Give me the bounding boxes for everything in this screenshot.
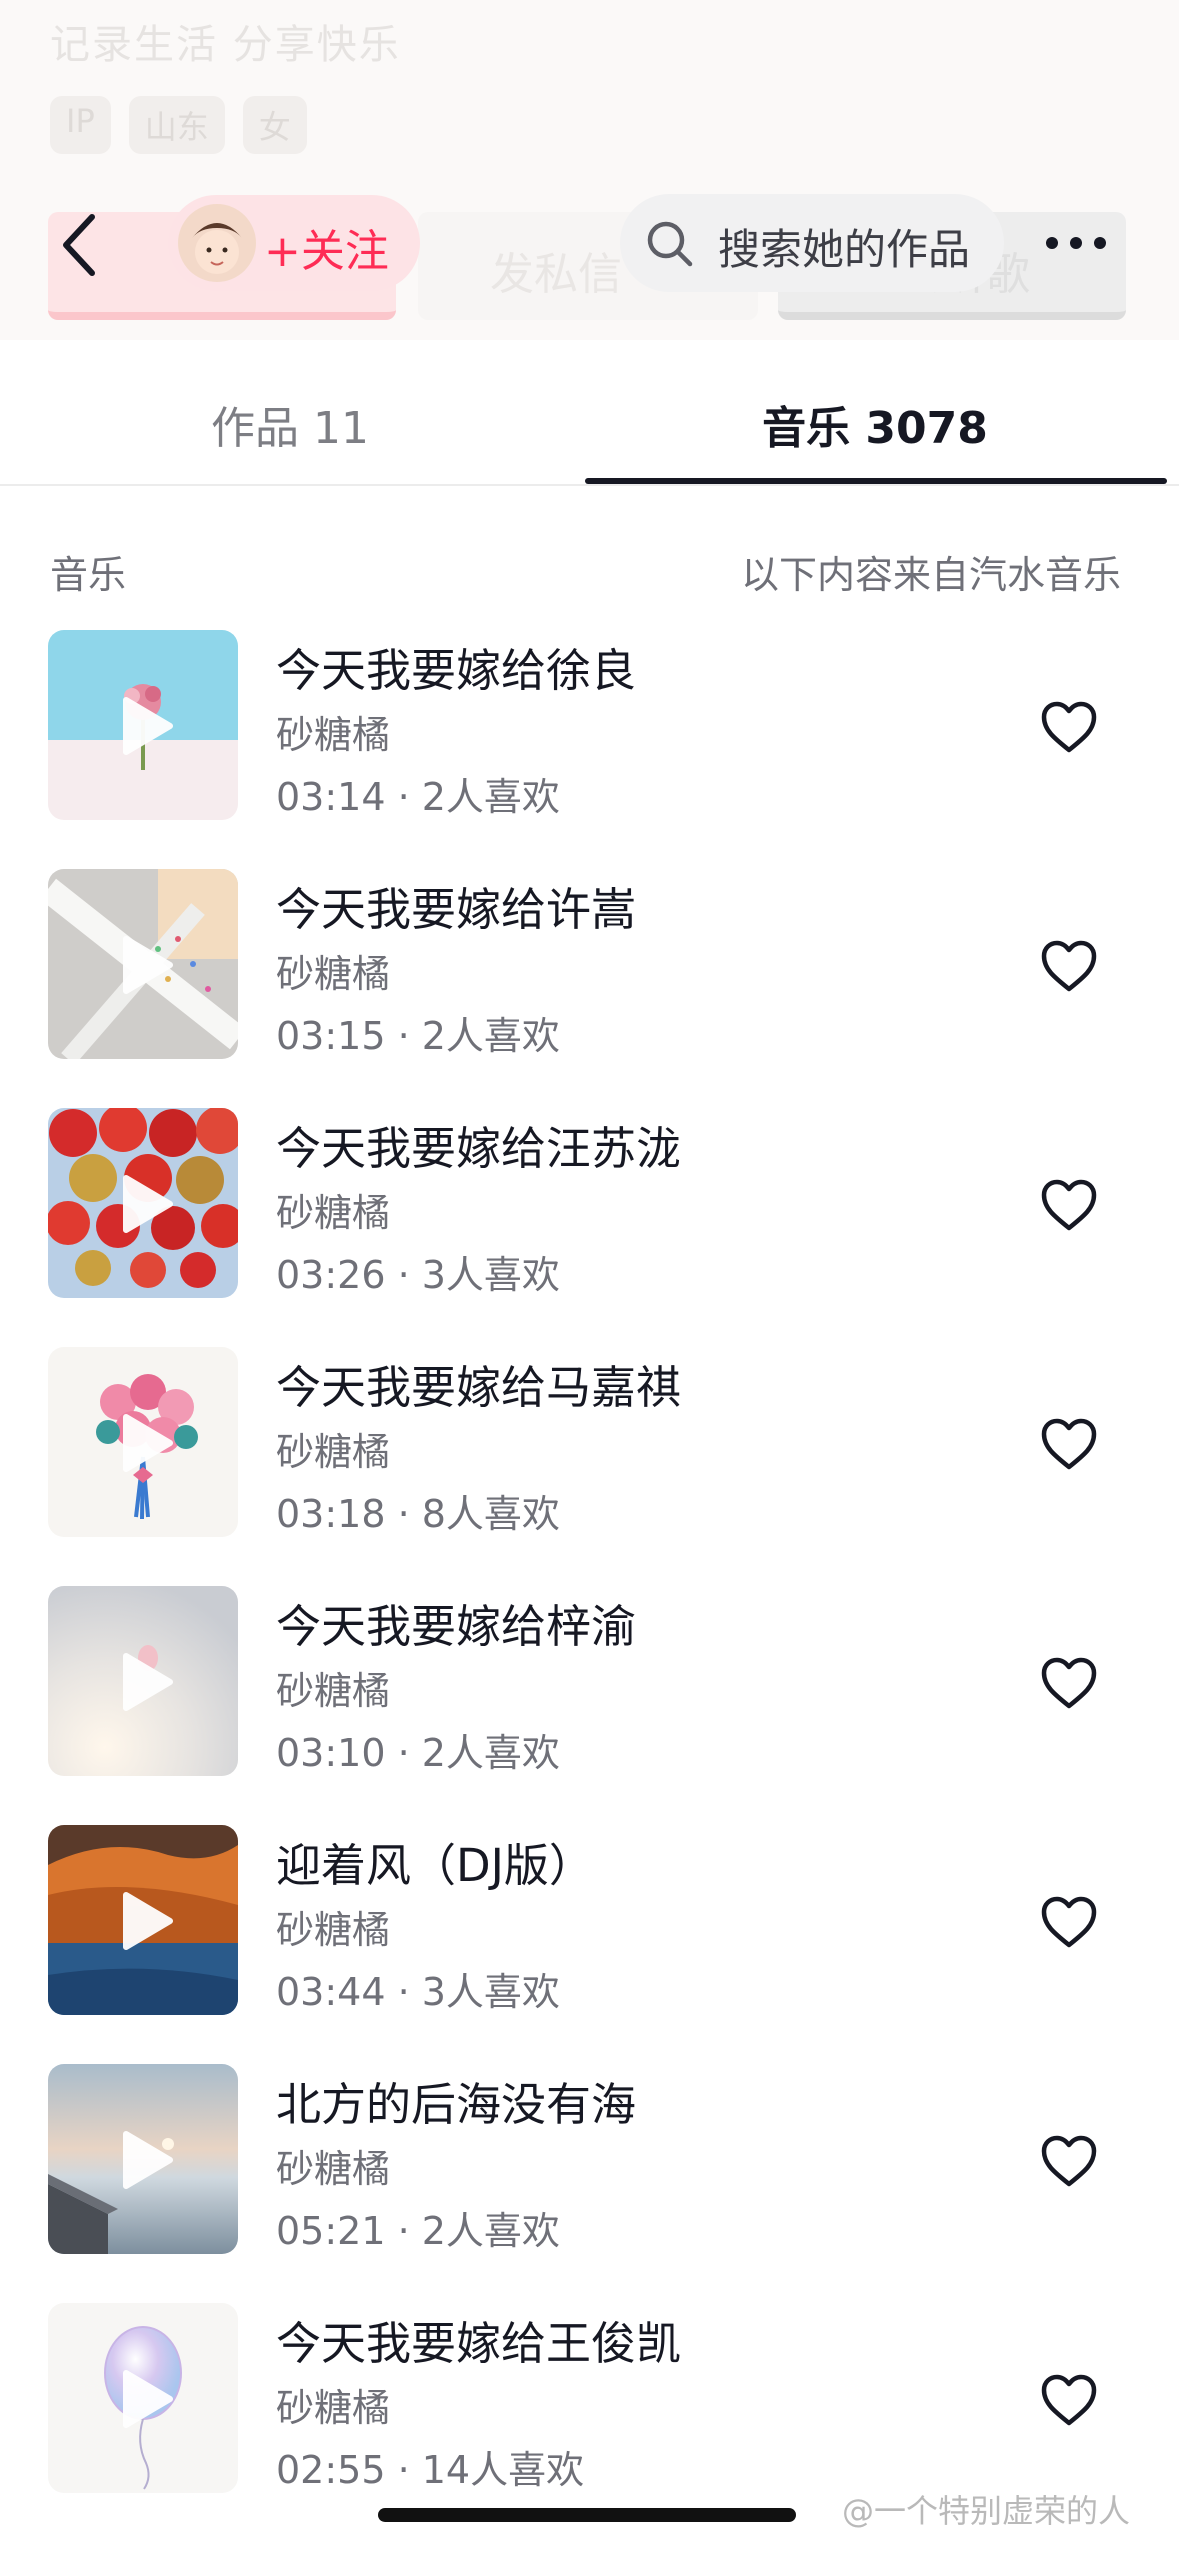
song-title: 今天我要嫁给梓渝 — [276, 1600, 637, 1653]
section-source-note: 以下内容来自汽水音乐 — [740, 553, 1121, 597]
heart-icon[interactable] — [1040, 2134, 1098, 2188]
search-icon — [647, 221, 693, 267]
tab-music[interactable]: 音乐 3078 — [585, 392, 1165, 456]
play-icon — [123, 1414, 173, 1472]
play-icon — [123, 2370, 173, 2428]
song-cover[interactable] — [48, 630, 238, 820]
song-item[interactable]: 今天我要嫁给梓渝 砂糖橘 03:10 · 2人喜欢 — [0, 1586, 1179, 1825]
more-button[interactable] — [1040, 218, 1112, 268]
profile-tag: IP — [50, 96, 111, 154]
profile-tag: 山东 — [128, 96, 225, 154]
tab-divider — [0, 484, 1179, 486]
heart-icon[interactable] — [1040, 1895, 1098, 1949]
play-icon — [123, 1175, 173, 1233]
song-item[interactable]: 迎着风（DJ版） 砂糖橘 03:44 · 3人喜欢 — [0, 1825, 1179, 2064]
song-item[interactable]: 今天我要嫁给徐良 砂糖橘 03:14 · 2人喜欢 — [0, 630, 1179, 869]
song-item[interactable]: 今天我要嫁给许嵩 砂糖橘 03:15 · 2人喜欢 — [0, 869, 1179, 1108]
song-cover[interactable] — [48, 1825, 238, 2015]
heart-icon[interactable] — [1040, 2373, 1098, 2427]
song-meta: 03:10 · 2人喜欢 — [276, 1731, 560, 1775]
song-item[interactable]: 今天我要嫁给马嘉祺 砂糖橘 03:18 · 8人喜欢 — [0, 1347, 1179, 1586]
tab-works[interactable]: 作品 11 — [0, 392, 580, 456]
search-input[interactable]: 搜索她的作品 — [620, 194, 1004, 292]
play-icon — [123, 1892, 173, 1950]
song-cover[interactable] — [48, 2303, 238, 2493]
home-indicator[interactable] — [378, 2508, 796, 2522]
song-meta: 03:26 · 3人喜欢 — [276, 1253, 560, 1297]
more-dots-icon — [1046, 237, 1106, 249]
search-placeholder: 搜索她的作品 — [718, 225, 971, 274]
song-meta: 03:15 · 2人喜欢 — [276, 1014, 560, 1058]
heart-icon[interactable] — [1040, 1178, 1098, 1232]
play-icon — [123, 697, 173, 755]
profile-tags: IP 山东 女 — [50, 96, 307, 154]
song-artist: 砂糖橘 — [276, 713, 391, 757]
song-title: 今天我要嫁给许嵩 — [276, 883, 637, 936]
heart-icon[interactable] — [1040, 939, 1098, 993]
song-artist: 砂糖橘 — [276, 2386, 391, 2430]
song-meta: 02:55 · 14人喜欢 — [276, 2448, 585, 2492]
play-icon — [123, 936, 173, 994]
avatar[interactable] — [178, 204, 256, 282]
play-icon — [123, 1653, 173, 1711]
song-artist: 砂糖橘 — [276, 1908, 391, 1952]
song-artist: 砂糖橘 — [276, 952, 391, 996]
song-cover[interactable] — [48, 869, 238, 1059]
watermark: @一个特别虚荣的人 — [842, 2492, 1131, 2530]
song-title: 今天我要嫁给马嘉祺 — [276, 1361, 682, 1414]
back-button[interactable] — [50, 205, 110, 285]
song-item[interactable]: 北方的后海没有海 砂糖橘 05:21 · 2人喜欢 — [0, 2064, 1179, 2303]
song-list: 今天我要嫁给徐良 砂糖橘 03:14 · 2人喜欢 今天我要嫁给许嵩 砂糖橘 0… — [0, 630, 1179, 2542]
follow-button[interactable]: +关注 — [168, 195, 420, 291]
song-title: 今天我要嫁给王俊凯 — [276, 2317, 682, 2370]
section-title: 音乐 — [50, 553, 127, 597]
song-artist: 砂糖橘 — [276, 1191, 391, 1235]
song-title: 迎着风（DJ版） — [276, 1839, 594, 1892]
profile-tag: 女 — [242, 96, 307, 154]
heart-icon[interactable] — [1040, 1417, 1098, 1471]
song-artist: 砂糖橘 — [276, 1669, 391, 1713]
song-title: 北方的后海没有海 — [276, 2078, 637, 2131]
song-cover[interactable] — [48, 1347, 238, 1537]
heart-icon[interactable] — [1040, 1656, 1098, 1710]
song-meta: 03:44 · 3人喜欢 — [276, 1970, 560, 2014]
song-meta: 03:14 · 2人喜欢 — [276, 775, 560, 819]
follow-label: +关注 — [264, 226, 389, 277]
profile-bio: 记录生活 分享快乐 — [50, 22, 401, 68]
song-cover[interactable] — [48, 2064, 238, 2254]
song-title: 今天我要嫁给徐良 — [276, 644, 637, 697]
chevron-left-icon — [63, 214, 95, 276]
song-cover[interactable] — [48, 1586, 238, 1776]
heart-icon[interactable] — [1040, 700, 1098, 754]
song-item[interactable]: 今天我要嫁给汪苏泷 砂糖橘 03:26 · 3人喜欢 — [0, 1108, 1179, 1347]
song-artist: 砂糖橘 — [276, 2147, 391, 2191]
play-icon — [123, 2131, 173, 2189]
song-artist: 砂糖橘 — [276, 1430, 391, 1474]
song-meta: 05:21 · 2人喜欢 — [276, 2209, 560, 2253]
song-cover[interactable] — [48, 1108, 238, 1298]
faded-message-label: 发私信 — [490, 249, 622, 300]
song-title: 今天我要嫁给汪苏泷 — [276, 1122, 682, 1175]
profile-header-background: 记录生活 分享快乐 IP 山东 女 发私信 去听歌 — [0, 0, 1179, 340]
song-meta: 03:18 · 8人喜欢 — [276, 1492, 560, 1536]
